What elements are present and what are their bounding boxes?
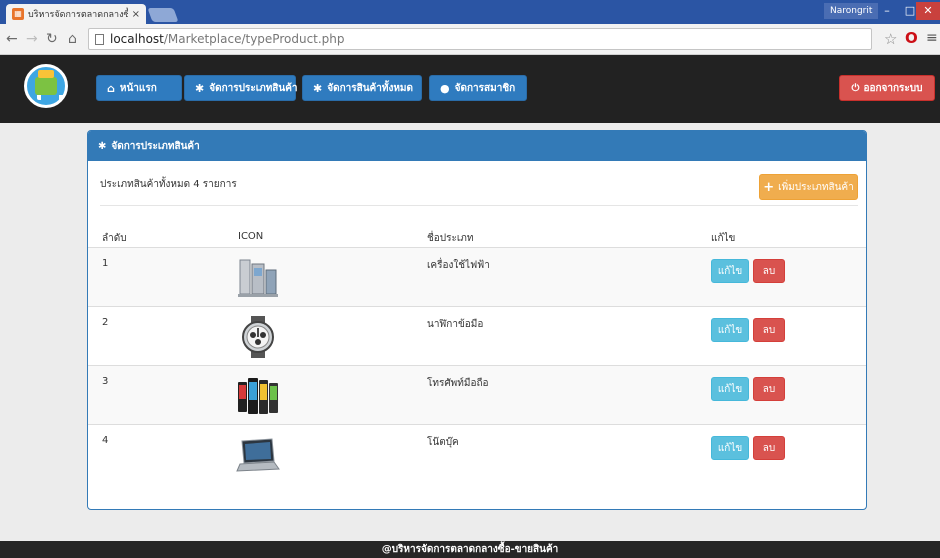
- back-arrow-icon[interactable]: ←: [6, 31, 18, 47]
- table-row: 2 นาฬิกาข้อมือ แก้ไข ลบ: [88, 306, 866, 365]
- site-favicon-icon: ▦: [12, 8, 24, 20]
- browser-tab[interactable]: ▦ บริหารจัดการตลาดกลางซื้อ-ข ×: [6, 4, 146, 24]
- column-header-icon: ICON: [238, 231, 264, 242]
- panel-title: จัดการประเภทสินค้า: [111, 140, 200, 152]
- laptop-icon: [236, 438, 280, 472]
- url-bar[interactable]: localhost/Marketplace/typeProduct.php: [88, 28, 872, 50]
- gear-icon: ✱: [313, 81, 323, 95]
- nav-members-button[interactable]: ● จัดการสมาชิก: [429, 75, 527, 101]
- gear-icon: ✱: [98, 140, 107, 152]
- logout-label: ออกจากระบบ: [863, 82, 923, 94]
- type-count-summary: ประเภทสินค้าทั้งหมด 4 รายการ: [100, 179, 237, 190]
- nav-home-button[interactable]: ⌂ หน้าแรก: [96, 75, 182, 101]
- gear-icon: ✱: [195, 81, 205, 95]
- divider: [100, 205, 858, 206]
- opera-icon[interactable]: O: [905, 29, 918, 47]
- mobile-phones-icon: [238, 378, 278, 414]
- type-name: นาฬิกาข้อมือ: [427, 319, 484, 330]
- forward-arrow-icon[interactable]: →: [26, 31, 38, 47]
- panel-heading: ✱ จัดการประเภทสินค้า: [88, 131, 866, 161]
- url-path: /Marketplace/typeProduct.php: [163, 32, 345, 46]
- edit-button[interactable]: แก้ไข: [711, 318, 749, 342]
- column-header-no: ลำดับ: [102, 233, 127, 244]
- delete-button[interactable]: ลบ: [753, 259, 785, 283]
- delete-button[interactable]: ลบ: [753, 436, 785, 460]
- logout-button[interactable]: ⏻ ออกจากระบบ: [839, 75, 935, 101]
- menu-icon[interactable]: ≡: [926, 30, 938, 46]
- row-number: 4: [102, 435, 109, 446]
- page-icon: [95, 33, 104, 45]
- edit-button[interactable]: แก้ไข: [711, 436, 749, 460]
- url-host: localhost: [110, 32, 164, 46]
- address-toolbar: ← → ↻ ⌂ localhost/Marketplace/typeProduc…: [0, 24, 940, 55]
- bookmark-star-icon[interactable]: ☆: [884, 30, 897, 48]
- user-icon: ●: [440, 81, 450, 95]
- row-number: 2: [102, 317, 109, 328]
- profile-badge[interactable]: Narongrit: [824, 3, 879, 19]
- nav-types-label: จัดการประเภทสินค้า: [209, 82, 298, 94]
- row-number: 1: [102, 258, 109, 269]
- delete-button[interactable]: ลบ: [753, 318, 785, 342]
- edit-button[interactable]: แก้ไข: [711, 259, 749, 283]
- add-product-type-button[interactable]: + เพิ่มประเภทสินค้า: [759, 174, 858, 200]
- tab-title: บริหารจัดการตลาดกลางซื้อ-ข: [28, 10, 128, 20]
- shopping-cart-icon: [35, 70, 63, 100]
- row-number: 3: [102, 376, 109, 387]
- house-icon: ⌂: [107, 81, 115, 95]
- reload-icon[interactable]: ↻: [46, 31, 58, 47]
- site-footer: @บริหารจัดการตลาดกลางซื้อ-ขายสินค้า: [0, 541, 940, 558]
- table-header: ลำดับ ICON ชื่อประเภท แก้ไข: [88, 227, 866, 247]
- power-icon: ⏻: [851, 82, 860, 94]
- column-header-edit: แก้ไข: [711, 233, 736, 244]
- type-name: โน๊ตบุ๊ค: [427, 437, 459, 448]
- nav-home-label: หน้าแรก: [119, 82, 157, 94]
- tab-close-icon[interactable]: ×: [132, 9, 140, 20]
- column-header-name: ชื่อประเภท: [427, 233, 474, 244]
- window-close-icon[interactable]: ✕: [916, 2, 940, 20]
- nav-members-label: จัดการสมาชิก: [454, 82, 516, 94]
- edit-button[interactable]: แก้ไข: [711, 377, 749, 401]
- table-row: 1 เครื่องใช้ไฟฟ้า แก้ไข ลบ: [88, 247, 866, 306]
- wristwatch-icon: [242, 316, 274, 358]
- add-button-label: เพิ่มประเภทสินค้า: [778, 181, 854, 193]
- marketplace-logo[interactable]: [24, 64, 68, 108]
- minimize-icon[interactable]: –: [875, 2, 899, 20]
- nav-products-label: จัดการสินค้าทั้งหมด: [327, 82, 414, 94]
- table-row: 4 โน๊ตบุ๊ค แก้ไข ลบ: [88, 424, 866, 483]
- site-navbar: ⌂ หน้าแรก ✱ จัดการประเภทสินค้า ✱ จัดการส…: [0, 55, 940, 123]
- plus-icon: +: [763, 179, 775, 195]
- product-types-panel: ✱ จัดการประเภทสินค้า ประเภทสินค้าทั้งหมด…: [87, 130, 867, 510]
- table-row: 3 โทรศัพท์มือถือ แก้ไข ลบ: [88, 365, 866, 424]
- delete-button[interactable]: ลบ: [753, 377, 785, 401]
- home-icon[interactable]: ⌂: [68, 31, 77, 47]
- type-name: โทรศัพท์มือถือ: [427, 378, 489, 389]
- appliances-icon: [238, 259, 278, 297]
- type-name: เครื่องใช้ไฟฟ้า: [427, 260, 490, 271]
- new-tab-button[interactable]: [147, 8, 179, 22]
- nav-product-types-button[interactable]: ✱ จัดการประเภทสินค้า: [184, 75, 298, 101]
- browser-tab-strip: ▦ บริหารจัดการตลาดกลางซื้อ-ข × Narongrit…: [0, 0, 940, 24]
- nav-all-products-button[interactable]: ✱ จัดการสินค้าทั้งหมด: [302, 75, 422, 101]
